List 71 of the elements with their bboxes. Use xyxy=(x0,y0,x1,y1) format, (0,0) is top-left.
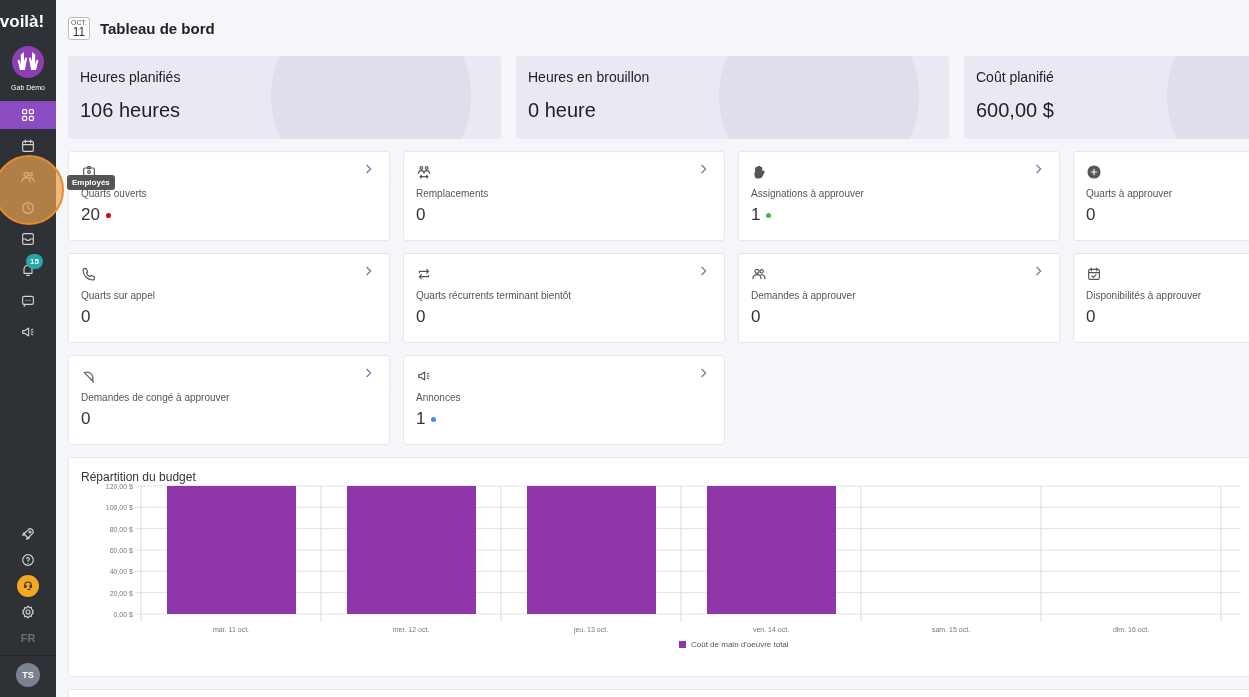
card-label: Quarts sur appel xyxy=(81,290,156,301)
legend-swatch xyxy=(679,641,686,648)
calendar-icon xyxy=(20,138,36,154)
card-value: 0 xyxy=(751,307,761,327)
chevron-right-icon[interactable] xyxy=(1035,164,1043,174)
summary-card[interactable]: Demandes à approuver 0 xyxy=(738,253,1060,343)
chart-title: Répartition du budget xyxy=(81,470,197,484)
chevron-right-icon[interactable] xyxy=(365,164,373,174)
card-label: Quarts à approuver xyxy=(1086,188,1174,199)
tour-spotlight-tooltip xyxy=(0,155,64,225)
chevron-right-icon[interactable] xyxy=(365,266,373,276)
card-value: 0 xyxy=(1086,205,1096,225)
phone-icon xyxy=(81,266,97,282)
headset-icon xyxy=(17,575,39,597)
card-value: 1 xyxy=(751,205,761,225)
repeat-icon xyxy=(416,266,432,282)
card-value: 0 xyxy=(416,205,426,225)
settings-icon xyxy=(20,604,36,620)
card-label: Remplacements xyxy=(416,188,490,199)
chat-icon xyxy=(20,293,36,309)
tooltip: Employés xyxy=(67,175,115,190)
stat-value: 600,00 $ xyxy=(976,99,1055,122)
card-label: Annonces xyxy=(416,392,462,403)
summary-card[interactable]: Disponibilités à approuver 0 xyxy=(1073,253,1249,343)
summary-card[interactable]: Quarts à approuver 0 xyxy=(1073,151,1249,241)
card-value: 20 xyxy=(81,205,100,225)
chevron-right-icon[interactable] xyxy=(365,368,373,378)
megaphone-icon xyxy=(20,324,36,340)
app-logo[interactable]: voilà! xyxy=(0,12,45,32)
stat-label: Coût planifié xyxy=(976,69,1055,85)
hand-icon xyxy=(751,164,767,180)
chevron-right-icon[interactable] xyxy=(700,164,708,174)
help-icon xyxy=(20,552,36,568)
summary-card[interactable]: Quarts sur appel 0 xyxy=(68,253,390,343)
dashboard-icon xyxy=(20,107,36,123)
stat-value: 106 heures xyxy=(80,99,182,122)
summary-card[interactable]: Annonces 1 xyxy=(403,355,725,445)
inbox-icon xyxy=(20,231,36,247)
stat-label: Heures planifiés xyxy=(80,69,182,85)
stat-label: Heures en brouillon xyxy=(528,69,651,85)
chevron-right-icon[interactable] xyxy=(700,368,708,378)
chart-legend: Coût de main d'oeuvre total xyxy=(679,640,789,649)
card-value: 0 xyxy=(1086,307,1096,327)
card-value: 0 xyxy=(81,409,91,429)
summary-card[interactable]: Assignations à approuver 1 xyxy=(738,151,1060,241)
umbrella-icon xyxy=(81,368,97,384)
card-label: Demandes à approuver xyxy=(751,290,857,301)
nav-item[interactable] xyxy=(0,101,56,129)
card-value: 1 xyxy=(416,409,426,429)
hands-avatar-icon[interactable] xyxy=(12,46,44,78)
card-value: 0 xyxy=(416,307,426,327)
calendar-check-icon xyxy=(1086,266,1102,282)
user-avatar[interactable]: TS xyxy=(16,663,40,687)
people-icon xyxy=(751,266,767,282)
summary-card[interactable]: Quarts récurrents terminant bientôt 0 xyxy=(403,253,725,343)
bell-icon xyxy=(20,262,36,278)
notification-badge: 15 xyxy=(26,254,43,269)
stat-value: 0 heure xyxy=(528,99,597,122)
megaphone-icon xyxy=(416,368,432,384)
card-label: Demandes de congé à approuver xyxy=(81,392,231,403)
plus-circle-icon xyxy=(1086,164,1102,180)
chevron-right-icon[interactable] xyxy=(1035,266,1043,276)
card-label: Quarts récurrents terminant bientôt xyxy=(416,290,573,301)
summary-card[interactable]: Demandes de congé à approuver 0 xyxy=(68,355,390,445)
card-label: Disponibilités à approuver xyxy=(1086,290,1203,301)
card-label: Assignations à approuver xyxy=(751,188,865,199)
page-title: Tableau de bord xyxy=(99,19,215,37)
card-value: 0 xyxy=(81,307,91,327)
chevron-right-icon[interactable] xyxy=(700,266,708,276)
summary-card[interactable]: Remplacements 0 xyxy=(403,151,725,241)
swap-people-icon xyxy=(416,164,432,180)
